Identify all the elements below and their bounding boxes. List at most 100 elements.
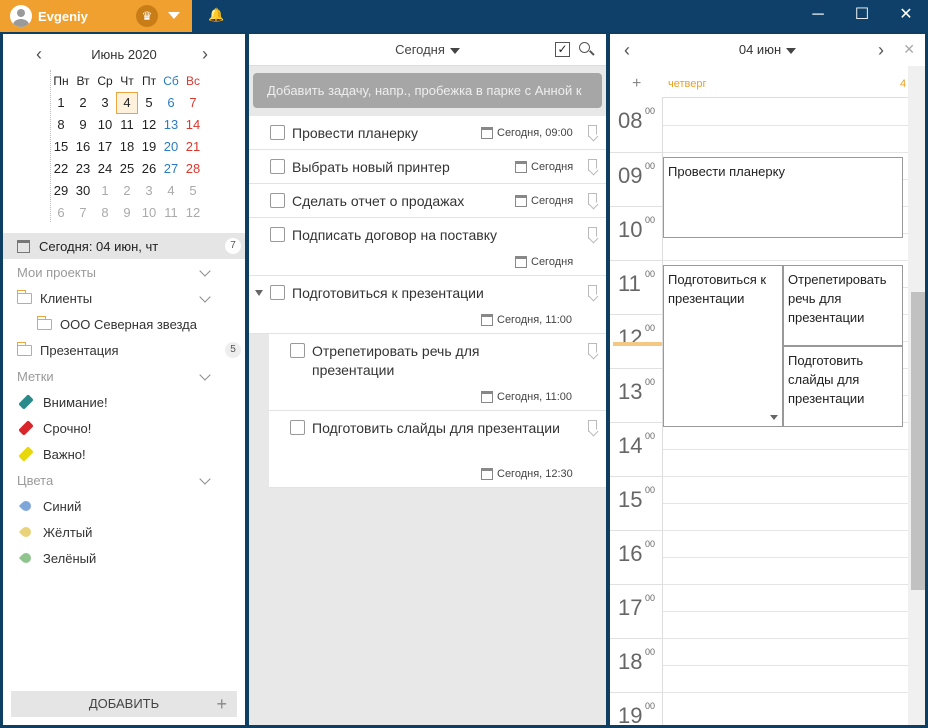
add-event-icon[interactable]: +	[632, 75, 641, 93]
bookmark-icon[interactable]	[588, 125, 597, 137]
calendar-day[interactable]: 18	[116, 136, 138, 158]
calendar-day[interactable]: 6	[160, 92, 182, 114]
chevron-down-icon[interactable]	[168, 12, 180, 19]
chevron-right-icon[interactable]: ›	[878, 40, 884, 61]
calendar-day[interactable]: 10	[94, 114, 116, 136]
sidebar-item-tag[interactable]: Важно!	[3, 441, 245, 467]
subtask-row[interactable]: Подготовить слайды для презентации Сегод…	[269, 411, 606, 488]
calendar-day[interactable]: 22	[50, 158, 72, 180]
bookmark-icon[interactable]	[588, 420, 597, 432]
task-row[interactable]: Сделать отчет о продажах Сегодня	[249, 184, 606, 218]
calendar-day[interactable]: 12	[138, 114, 160, 136]
calendar-day[interactable]: 8	[94, 202, 116, 224]
task-checkbox[interactable]	[290, 343, 305, 358]
add-task-input[interactable]: Добавить задачу, напр., пробежка в парке…	[253, 73, 602, 108]
sidebar-item-tag[interactable]: Внимание!	[3, 389, 245, 415]
subtask-row[interactable]: Отрепетировать речь для презентации Сего…	[269, 334, 606, 411]
show-completed-checkbox[interactable]: ✓	[555, 42, 570, 57]
user-menu[interactable]: Evgeniy ♛	[0, 0, 192, 32]
chevron-down-icon[interactable]	[199, 369, 211, 381]
task-checkbox[interactable]	[270, 159, 285, 174]
sidebar-item-northern-star[interactable]: ООО Северная звезда	[3, 311, 245, 337]
minimize-icon[interactable]: ─	[796, 0, 840, 32]
calendar-day[interactable]: 13	[160, 114, 182, 136]
bell-icon[interactable]: 🔔	[208, 7, 224, 23]
calendar-day[interactable]: 9	[116, 202, 138, 224]
chevron-down-icon[interactable]	[199, 265, 211, 277]
chevron-down-icon[interactable]	[770, 415, 778, 420]
task-checkbox[interactable]	[270, 227, 285, 242]
calendar-day[interactable]: 4	[160, 180, 182, 202]
close-icon[interactable]: ✕	[903, 41, 915, 58]
bookmark-icon[interactable]	[588, 343, 597, 355]
sidebar-item-tag[interactable]: Срочно!	[3, 415, 245, 441]
calendar-day[interactable]: 28	[182, 158, 204, 180]
bookmark-icon[interactable]	[588, 227, 597, 239]
chevron-right-icon[interactable]: ›	[202, 44, 208, 64]
event-card[interactable]: Провести планерку	[663, 157, 903, 238]
event-card[interactable]: Подготовиться к презентации	[663, 265, 783, 427]
close-icon[interactable]: ✕	[884, 0, 928, 32]
calendar-day[interactable]: 23	[72, 158, 94, 180]
task-row[interactable]: Подготовиться к презентации Сегодня, 11:…	[249, 276, 606, 334]
section-tags[interactable]: Метки	[3, 363, 245, 389]
search-icon[interactable]	[579, 42, 590, 53]
task-row[interactable]: Провести планерку Сегодня, 09:00	[249, 116, 606, 150]
calendar-day[interactable]: 11	[160, 202, 182, 224]
task-checkbox[interactable]	[290, 420, 305, 435]
calendar-day-today[interactable]: 4	[116, 92, 138, 114]
task-row[interactable]: Подписать договор на поставку Сегодня	[249, 218, 606, 276]
collapse-icon[interactable]	[255, 290, 263, 296]
maximize-icon[interactable]: ☐	[840, 0, 884, 32]
tasks-filter-dropdown[interactable]: Сегодня	[249, 42, 606, 57]
day-grid[interactable]: Провести планерку Подготовиться к презен…	[662, 98, 908, 725]
calendar-day[interactable]: 19	[138, 136, 160, 158]
calendar-day[interactable]: 1	[94, 180, 116, 202]
calendar-day[interactable]: 12	[182, 202, 204, 224]
task-checkbox[interactable]	[270, 125, 285, 140]
calendar-day[interactable]: 10	[138, 202, 160, 224]
calendar-day[interactable]: 7	[72, 202, 94, 224]
calendar-day[interactable]: 2	[116, 180, 138, 202]
calendar-day[interactable]: 3	[94, 92, 116, 114]
section-projects[interactable]: Мои проекты	[3, 259, 245, 285]
event-card[interactable]: Отрепетировать речь для презентации	[783, 265, 903, 346]
chevron-down-icon[interactable]	[199, 473, 211, 485]
sidebar-item-clients[interactable]: Клиенты	[3, 285, 245, 311]
calendar-day[interactable]: 5	[138, 92, 160, 114]
calendar-day[interactable]: 30	[72, 180, 94, 202]
bookmark-icon[interactable]	[588, 193, 597, 205]
calendar-day[interactable]: 8	[50, 114, 72, 136]
task-checkbox[interactable]	[270, 193, 285, 208]
calendar-day[interactable]: 3	[138, 180, 160, 202]
event-card[interactable]: Подготовить слайды для презентации	[783, 346, 903, 427]
crown-icon[interactable]: ♛	[136, 5, 158, 27]
calendar-day[interactable]: 1	[50, 92, 72, 114]
calendar-day[interactable]: 27	[160, 158, 182, 180]
calendar-day[interactable]: 17	[94, 136, 116, 158]
calendar-day[interactable]: 6	[50, 202, 72, 224]
avatar[interactable]	[10, 5, 32, 27]
sidebar-item-presentation[interactable]: Презентация 5	[3, 337, 245, 363]
calendar-day[interactable]: 7	[182, 92, 204, 114]
calendar-day[interactable]: 20	[160, 136, 182, 158]
bookmark-icon[interactable]	[588, 285, 597, 297]
calendar-day[interactable]: 15	[50, 136, 72, 158]
bookmark-icon[interactable]	[588, 159, 597, 171]
calendar-day[interactable]: 26	[138, 158, 160, 180]
calendar-day[interactable]: 2	[72, 92, 94, 114]
chevron-down-icon[interactable]	[199, 291, 211, 303]
sidebar-item-color[interactable]: Синий	[3, 493, 245, 519]
calendar-day[interactable]: 24	[94, 158, 116, 180]
calendar-day[interactable]: 14	[182, 114, 204, 136]
task-checkbox[interactable]	[270, 285, 285, 300]
sidebar-item-color[interactable]: Зелёный	[3, 545, 245, 571]
calendar-day[interactable]: 9	[72, 114, 94, 136]
calendar-day[interactable]: 21	[182, 136, 204, 158]
scrollbar-thumb[interactable]	[911, 292, 925, 590]
chevron-left-icon[interactable]: ‹	[36, 44, 42, 64]
task-row[interactable]: Выбрать новый принтер Сегодня	[249, 150, 606, 184]
sidebar-item-color[interactable]: Жёлтый	[3, 519, 245, 545]
add-button[interactable]: ДОБАВИТЬ +	[11, 691, 237, 717]
calendar-day[interactable]: 16	[72, 136, 94, 158]
